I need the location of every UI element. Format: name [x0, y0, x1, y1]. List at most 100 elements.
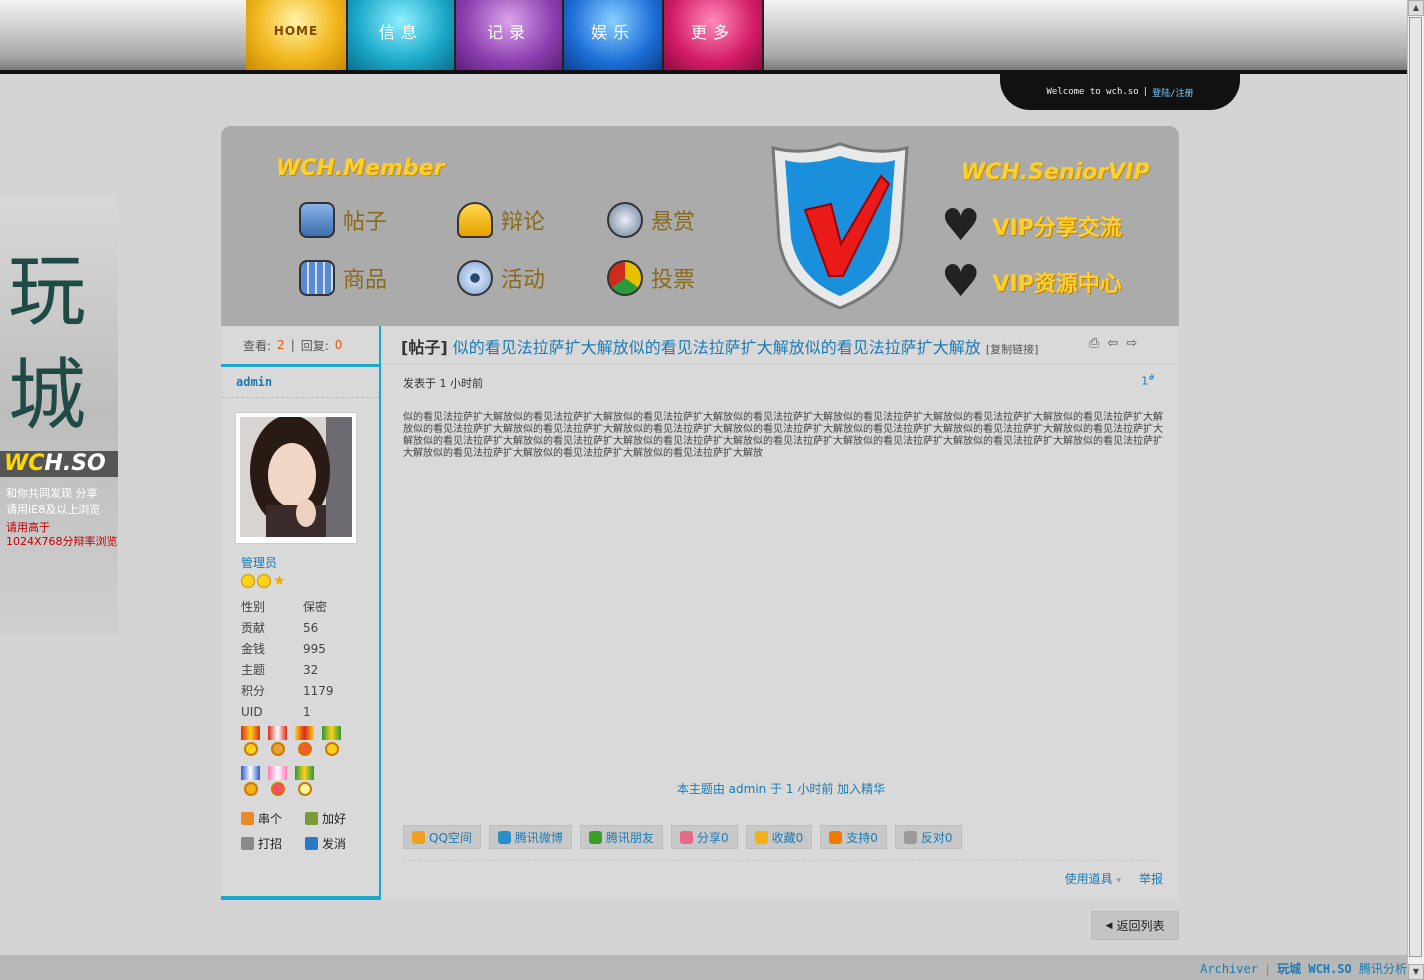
share-bar: QQ空间 腾讯微博 腾讯朋友 分享0 收藏0 支持0 反对0: [403, 825, 962, 849]
send-message-button[interactable]: 发消: [305, 835, 369, 852]
report-button[interactable]: 举报: [1139, 870, 1163, 887]
support-button[interactable]: 支持0: [820, 825, 887, 849]
archiver-link[interactable]: Archiver: [1200, 962, 1258, 976]
nav-tab-home[interactable]: HOME: [246, 0, 348, 70]
banner-item-label: 投票: [651, 268, 696, 293]
floor-sup: #: [1148, 373, 1155, 382]
profile-row: 贡献 56: [241, 617, 334, 638]
arrow-down-icon: [903, 830, 917, 844]
medal-list: [241, 726, 361, 800]
avatar-photo: [240, 417, 352, 537]
thread-tools: ⎙ ⇦ ⇨: [1089, 336, 1137, 351]
poke-button[interactable]: 打招: [241, 835, 305, 852]
vip-item-label: VIP分享交流: [992, 216, 1122, 241]
share-label: QQ空间: [429, 830, 472, 845]
favorite-button[interactable]: 收藏0: [745, 825, 813, 849]
login-register-link[interactable]: 登陆/注册: [1152, 86, 1193, 99]
share-button[interactable]: 分享0: [670, 825, 738, 849]
profile-row: 性别 保密: [241, 596, 334, 617]
thread-type[interactable]: [帖子]: [401, 338, 448, 357]
prev-thread-icon[interactable]: ⇦: [1107, 336, 1118, 351]
share-label: 腾讯微博: [514, 830, 563, 845]
moderation-note[interactable]: 本主题由 admin 于 1 小时前 加入精华: [383, 780, 1179, 797]
thread-title[interactable]: 似的看见法拉萨扩大解放似的看见法拉萨扩大解放似的看见法拉萨扩大解放: [453, 338, 981, 357]
medal-icon[interactable]: [241, 766, 260, 800]
poke-icon: [241, 837, 254, 850]
scroll-down-icon[interactable]: ▼: [1408, 964, 1424, 980]
top-nav-bar: HOME 信息 记录 娱乐 更多: [0, 0, 1407, 74]
user-group[interactable]: 管理员: [241, 554, 277, 571]
share-label: 腾讯朋友: [605, 830, 654, 845]
tencent-weibo-icon: [497, 830, 511, 844]
nav-tab-fun[interactable]: 娱乐: [564, 0, 664, 70]
stats-sep: |: [290, 338, 295, 352]
add-friend-button[interactable]: 加好: [305, 810, 369, 827]
copy-link-button[interactable]: [复制链接]: [986, 343, 1039, 356]
rank-stars: ★: [241, 574, 287, 588]
qzone-icon: [412, 830, 425, 844]
profile-info: 性别 保密 贡献 56 金钱 995 主题 32 积分 1179 UID 1: [241, 596, 334, 722]
medal-icon[interactable]: [295, 766, 314, 800]
scrollbar-thumb[interactable]: [1409, 17, 1422, 957]
scroll-up-icon[interactable]: ▲: [1408, 0, 1424, 16]
brand-char-2: 城: [8, 351, 87, 441]
banner-item-activity[interactable]: 活动: [457, 260, 545, 296]
banner-item-debate[interactable]: 辩论: [457, 202, 545, 238]
banner-item-goods[interactable]: 商品: [299, 260, 387, 296]
brand-logo: WCH.SO: [0, 451, 118, 477]
medal-icon[interactable]: [322, 726, 341, 760]
thread-subject: [帖子] 似的看见法拉萨扩大解放似的看见法拉萨扩大解放似的看见法拉萨扩大解放 […: [401, 334, 1038, 358]
vip-resource-center[interactable]: ♥ VIP资源中心: [941, 260, 1122, 304]
star-icon: ★: [273, 573, 286, 589]
banner-item-posts[interactable]: 帖子: [299, 202, 387, 238]
use-item-button[interactable]: 使用道具 ▾: [1065, 870, 1121, 887]
medal-icon[interactable]: [241, 726, 260, 760]
oppose-button[interactable]: 反对0: [894, 825, 962, 849]
print-icon[interactable]: ⎙: [1089, 336, 1099, 351]
profile-value[interactable]: 56: [303, 621, 318, 635]
profile-key: 主题: [241, 663, 266, 677]
next-thread-icon[interactable]: ⇨: [1126, 336, 1137, 351]
profile-key: 积分: [241, 684, 266, 698]
add-friend-icon: [305, 812, 318, 825]
sun-icon: [241, 574, 255, 588]
avatar[interactable]: [235, 412, 357, 544]
action-label: 打招: [258, 837, 283, 851]
back-to-list-button[interactable]: ◀ 返回列表: [1091, 911, 1179, 940]
analytics-link[interactable]: 腾讯分析: [1359, 962, 1407, 976]
medal-icon[interactable]: [268, 766, 287, 800]
vertical-scrollbar[interactable]: ▲ ▼: [1407, 0, 1424, 980]
profile-key: UID: [241, 704, 263, 719]
author-name[interactable]: admin: [221, 367, 379, 398]
banner-item-reward[interactable]: 悬赏: [607, 202, 695, 238]
banner-item-vote[interactable]: 投票: [607, 260, 695, 296]
floor-number[interactable]: 1#: [1141, 373, 1155, 388]
profile-value: 995: [303, 641, 326, 656]
share-tencent-weibo-button[interactable]: 腾讯微博: [488, 825, 572, 849]
share-qzone-button[interactable]: QQ空间: [403, 825, 481, 849]
vip-share-exchange[interactable]: ♥ VIP分享交流: [941, 204, 1122, 248]
disc-icon: [457, 260, 493, 296]
banner-item-label: 商品: [343, 268, 388, 293]
share-label: 收藏0: [771, 830, 804, 845]
post-tools: 使用道具 ▾ 举报: [1065, 870, 1163, 887]
medal-icon[interactable]: [268, 726, 287, 760]
arrow-up-icon: [829, 830, 843, 844]
site-link[interactable]: 玩城 WCH.SO: [1277, 962, 1352, 976]
visit-user-button[interactable]: 串个: [241, 810, 305, 827]
profile-row: 金钱 995: [241, 638, 334, 659]
vip-item-label: VIP资源中心: [992, 272, 1122, 297]
banner-item-label: 辩论: [501, 210, 546, 235]
nav-tab-more[interactable]: 更多: [664, 0, 764, 70]
heart-icon: [679, 830, 693, 844]
profile-value[interactable]: 32: [303, 663, 318, 677]
message-icon: [305, 837, 318, 850]
medal-icon[interactable]: [295, 726, 314, 760]
share-tencent-friends-button[interactable]: 腾讯朋友: [579, 825, 663, 849]
nav-tab-info[interactable]: 信息: [348, 0, 456, 70]
profile-key: 贡献: [241, 621, 266, 635]
logo-accent: H.SO: [44, 451, 106, 476]
window-icon: [299, 202, 335, 238]
profile-value: 保密: [303, 600, 328, 614]
nav-tab-record[interactable]: 记录: [456, 0, 564, 70]
